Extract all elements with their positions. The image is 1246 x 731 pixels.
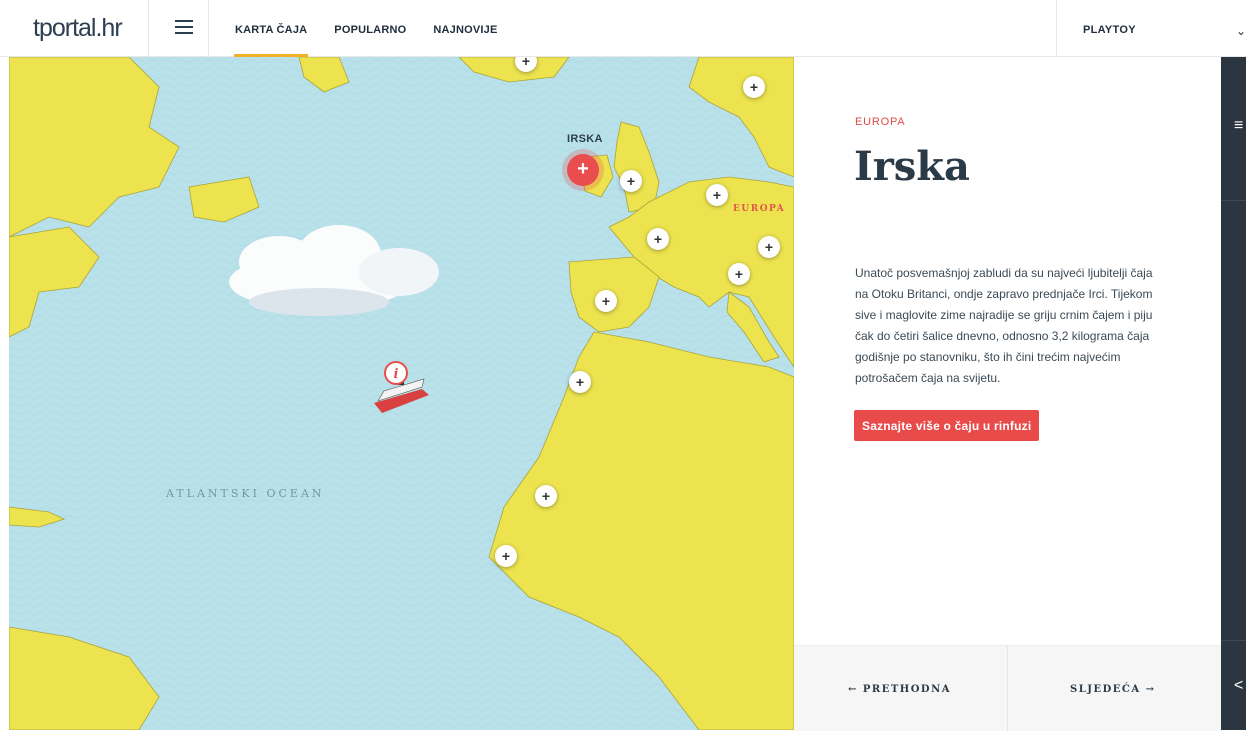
selected-map-marker[interactable]: +	[567, 154, 599, 186]
map-marker[interactable]: +	[728, 263, 750, 285]
logo-main: tportal	[33, 14, 96, 42]
rail-divider	[1221, 200, 1246, 201]
panel-region: EUROPA	[855, 116, 906, 128]
pager-divider	[1007, 646, 1008, 731]
chevron-down-icon[interactable]: ⌄	[1236, 24, 1246, 38]
pager: ← PRETHODNA SLJEDEĆA →	[794, 645, 1221, 731]
header-divider	[1056, 0, 1057, 57]
site-logo[interactable]: tportal.hr	[33, 14, 123, 43]
next-button[interactable]: SLJEDEĆA →	[1070, 684, 1155, 695]
tea-map[interactable]: i + + IRSKA + + + EUROPA + + + + + ATLAN…	[9, 57, 794, 730]
panel-title: Irska	[854, 143, 970, 190]
map-marker[interactable]: +	[620, 170, 642, 192]
prev-button[interactable]: ← PRETHODNA	[848, 684, 951, 695]
hamburger-menu-icon[interactable]	[175, 20, 193, 34]
svg-text:i: i	[394, 367, 399, 382]
country-info-panel: EUROPA Irska Unatoč posvemašnjoj zabludi…	[794, 57, 1221, 731]
selected-country-label: IRSKA	[567, 133, 603, 145]
header-divider	[148, 0, 149, 57]
main-nav: KARTA ČAJA POPULARNO NAJNOVIJE	[233, 0, 525, 57]
menu-icon[interactable]: ≡	[1234, 117, 1243, 135]
nav-item-najnovije[interactable]: NAJNOVIJE	[433, 0, 497, 57]
rail-divider	[1221, 640, 1246, 641]
share-icon[interactable]: <	[1234, 677, 1243, 695]
map-marker[interactable]: +	[758, 236, 780, 258]
ocean-label: ATLANTSKI OCEAN	[166, 487, 325, 500]
region-label-europa: EUROPA	[733, 204, 786, 214]
nav-item-karta-caja[interactable]: KARTA ČAJA	[233, 0, 309, 57]
learn-more-button[interactable]: Saznajte više o čaju u rinfuzi	[854, 410, 1040, 441]
side-rail: ≡ <	[1221, 57, 1246, 730]
account-menu[interactable]: PLAYTOY	[1083, 0, 1136, 57]
map-marker[interactable]: +	[595, 290, 617, 312]
map-graphic: i	[9, 57, 794, 730]
panel-description: Unatoč posvemašnjoj zabludi da su najveć…	[855, 266, 1153, 385]
nav-item-popularno[interactable]: POPULARNO	[334, 0, 406, 57]
site-header: tportal.hr KARTA ČAJA POPULARNO NAJNOVIJ…	[0, 0, 1246, 57]
map-marker[interactable]: +	[495, 545, 517, 567]
map-marker[interactable]: +	[743, 76, 765, 98]
map-marker[interactable]: +	[569, 371, 591, 393]
map-marker[interactable]: +	[647, 228, 669, 250]
map-marker[interactable]: +	[535, 485, 557, 507]
map-marker[interactable]: +	[706, 184, 728, 206]
header-divider	[208, 0, 209, 57]
logo-suffix: .hr	[95, 14, 122, 42]
